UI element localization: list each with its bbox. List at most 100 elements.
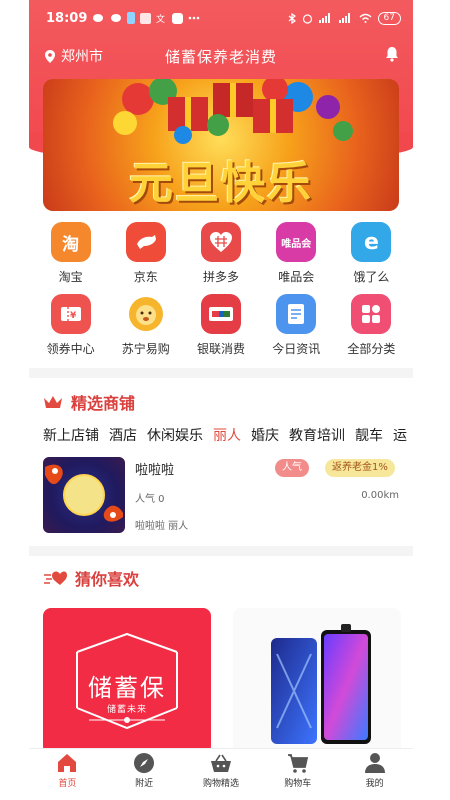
tab-cars[interactable]: 靓车 xyxy=(355,425,383,445)
category-label: 银联消费 xyxy=(197,342,246,356)
page-title: 储蓄保养老消费 xyxy=(164,47,277,66)
section-divider xyxy=(29,368,413,378)
nav-nearby[interactable]: 附近 xyxy=(109,749,179,800)
app-notification-icon xyxy=(140,12,152,24)
tab-education[interactable]: 教育培训 xyxy=(289,425,345,445)
bell-icon[interactable] xyxy=(385,46,399,62)
section-divider xyxy=(29,546,413,556)
tab-sports[interactable]: 运 xyxy=(393,425,407,445)
featured-shops-header: 精选商铺 xyxy=(43,390,135,414)
product-brand: 储蓄保 xyxy=(88,674,166,702)
category-pinduoduo[interactable]: 拼多多 xyxy=(183,222,258,294)
vip-icon: 唯品会 xyxy=(276,222,317,262)
svg-text:¥: ¥ xyxy=(70,311,77,321)
category-label: 全部分类 xyxy=(347,342,396,356)
featured-shops-title: 精选商铺 xyxy=(71,394,136,413)
notification-icons: 文 xyxy=(93,12,200,24)
tab-hotel[interactable]: 酒店 xyxy=(109,425,137,445)
battery-indicator: 67 xyxy=(377,11,401,25)
nav-label: 首页 xyxy=(58,779,77,789)
app-notification-icon xyxy=(172,12,184,24)
tab-wedding[interactable]: 婚庆 xyxy=(251,425,279,445)
coupon-icon: ¥ xyxy=(50,294,91,334)
nav-shopping-picks[interactable]: 购物精选 xyxy=(186,749,256,800)
nav-label: 附近 xyxy=(135,779,154,789)
category-vip[interactable]: 唯品会 唯品会 xyxy=(259,222,334,294)
category-label: 京东 xyxy=(133,270,158,284)
category-grid: 淘 淘宝 京东 拼多多 唯品会 唯品会 e 饿了么 ¥ 领券中心 苏宁易购 银联… xyxy=(29,222,413,366)
banner-headline: 元旦快乐 xyxy=(129,158,313,209)
basket-icon xyxy=(210,754,231,772)
category-row: 淘 淘宝 京东 拼多多 唯品会 唯品会 e 饿了么 xyxy=(29,222,413,294)
tab-leisure[interactable]: 休闲娱乐 xyxy=(147,425,203,445)
bluetooth-icon xyxy=(288,12,296,24)
nav-label: 我的 xyxy=(365,779,384,789)
shop-thumbnail xyxy=(43,457,125,533)
shop-distance: 0.00km xyxy=(361,490,399,501)
category-taobao[interactable]: 淘 淘宝 xyxy=(33,222,108,294)
heart-speed-icon xyxy=(44,571,67,585)
nav-label: 购物精选 xyxy=(202,779,239,789)
nav-profile[interactable]: 我的 xyxy=(340,749,410,800)
top-bar: 郑州市 储蓄保养老消费 xyxy=(29,42,413,70)
shop-category-tabs: 新上店铺 酒店 休闲娱乐 丽人 婚庆 教育培训 靓车 运 xyxy=(43,425,413,445)
category-coupons[interactable]: ¥ 领券中心 xyxy=(33,294,108,366)
nav-label: 购物车 xyxy=(284,779,312,789)
category-suning[interactable]: 苏宁易购 xyxy=(108,294,183,366)
eleme-icon: e xyxy=(351,222,392,262)
category-label: 拼多多 xyxy=(203,270,240,284)
popularity-badge: 人气 xyxy=(275,459,309,477)
signal-icon xyxy=(318,13,330,23)
wechat-icon xyxy=(93,14,104,22)
tab-beauty[interactable]: 丽人 xyxy=(213,425,241,445)
more-notifications-icon xyxy=(189,16,200,20)
guess-you-like-header: 猜你喜欢 xyxy=(43,566,139,590)
category-all[interactable]: 全部分类 xyxy=(334,294,409,366)
category-jd[interactable]: 京东 xyxy=(108,222,183,294)
shop-popularity: 人气 0 xyxy=(135,494,165,505)
cart-icon xyxy=(287,754,308,773)
suning-lion-icon xyxy=(125,294,166,334)
unionpay-icon xyxy=(201,294,241,334)
status-time: 18:09 xyxy=(46,10,88,26)
shop-name: 啦啦啦 xyxy=(135,463,175,478)
alarm-icon xyxy=(302,13,312,24)
tab-new-shops[interactable]: 新上店铺 xyxy=(43,425,99,445)
crown-icon xyxy=(44,396,62,408)
promo-banner[interactable]: 元旦快乐 xyxy=(43,79,399,211)
user-icon xyxy=(364,753,385,773)
status-bar: 18:09 文 67 xyxy=(29,0,413,36)
nav-home[interactable]: 首页 xyxy=(32,749,102,800)
category-row: ¥ 领券中心 苏宁易购 银联消费 今日资讯 全部分类 xyxy=(29,294,413,366)
translate-icon: 文 xyxy=(156,13,165,24)
category-unionpay[interactable]: 银联消费 xyxy=(183,294,258,366)
shop-tags: 啦啦啦 丽人 xyxy=(135,521,189,532)
guess-you-like-title: 猜你喜欢 xyxy=(75,570,140,589)
rebate-badge: 返养老金1% xyxy=(325,459,395,477)
all-categories-icon xyxy=(351,294,392,334)
category-news[interactable]: 今日资讯 xyxy=(259,294,334,366)
category-label: 领券中心 xyxy=(46,342,95,356)
wifi-icon xyxy=(359,13,372,23)
jd-dog-icon xyxy=(125,222,166,262)
smartphone-product-image xyxy=(271,624,371,744)
nav-cart[interactable]: 购物车 xyxy=(263,749,333,800)
app-screen: 18:09 文 67 郑州市 储蓄保养老消费 元旦快乐 淘 淘宝 京东 拼多多 … xyxy=(29,0,413,800)
pinduoduo-icon xyxy=(201,222,241,262)
home-icon xyxy=(58,754,77,772)
product-card[interactable]: 储蓄保 储蓄未来 xyxy=(43,608,211,754)
category-label: 今日资讯 xyxy=(272,342,321,356)
category-label: 饿了么 xyxy=(353,270,390,284)
category-label: 苏宁易购 xyxy=(121,342,170,356)
system-status: 67 xyxy=(288,11,401,25)
category-label: 淘宝 xyxy=(58,270,83,284)
bottom-navigation: 首页 附近 购物精选 购物车 我的 xyxy=(29,748,413,800)
product-card[interactable] xyxy=(233,608,401,754)
taobao-icon: 淘 xyxy=(50,222,91,262)
product-slogan: 储蓄未来 xyxy=(106,705,147,715)
news-doc-icon xyxy=(276,294,317,334)
category-eleme[interactable]: e 饿了么 xyxy=(334,222,409,294)
compass-icon xyxy=(134,753,155,773)
svg-text:文: 文 xyxy=(156,13,165,24)
shop-card[interactable]: 啦啦啦 人气 返养老金1% 人气 0 0.00km 啦啦啦 丽人 xyxy=(43,457,399,533)
